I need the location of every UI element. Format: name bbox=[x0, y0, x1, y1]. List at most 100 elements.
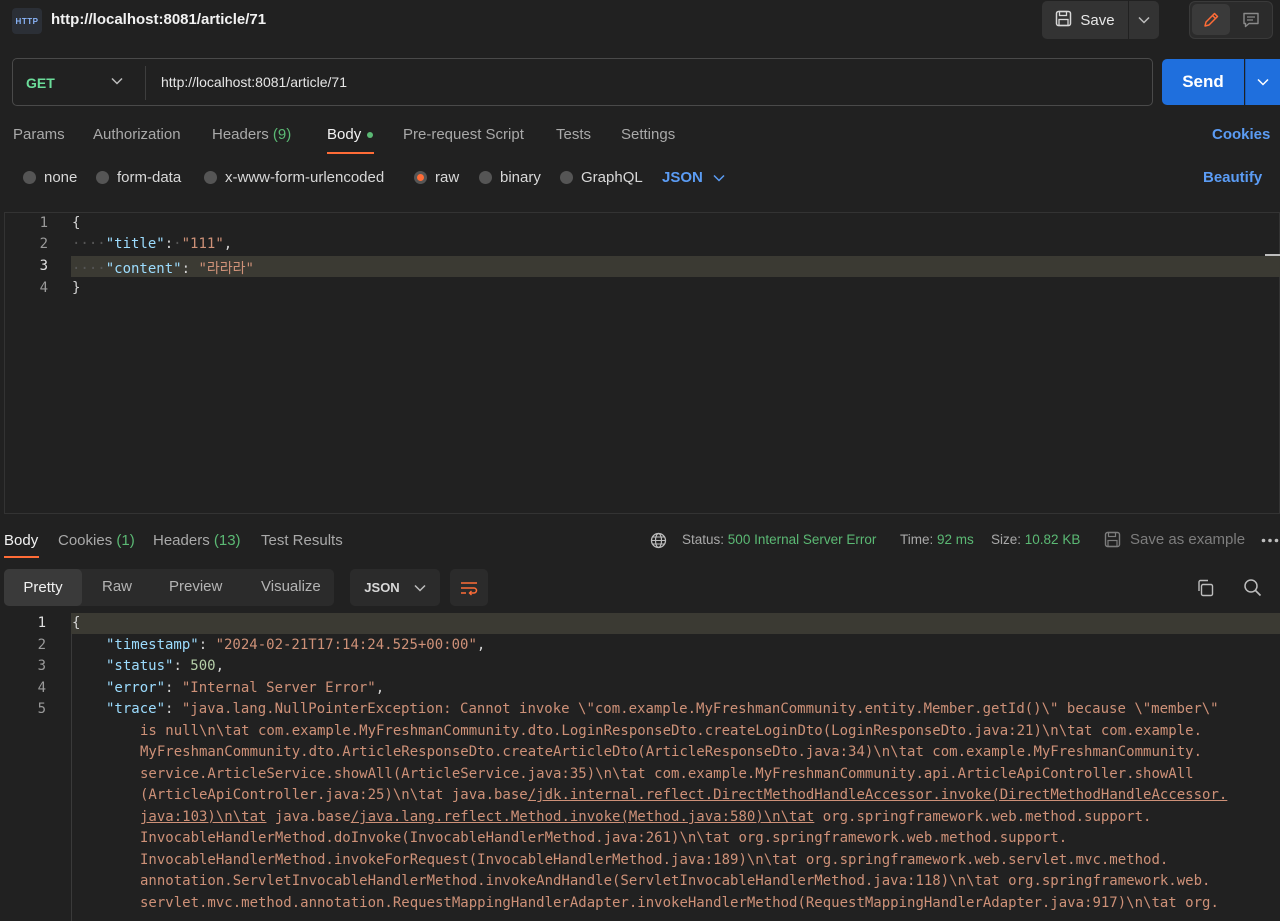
wrap-lines-button[interactable] bbox=[450, 569, 488, 606]
comment-icon bbox=[1243, 12, 1259, 27]
trace-text: org.springframework.web.method.support. bbox=[814, 809, 1152, 825]
size-label: Size: bbox=[991, 532, 1022, 547]
view-pretty[interactable]: Pretty bbox=[4, 569, 82, 606]
save-as-example-button[interactable]: Save as example bbox=[1130, 531, 1245, 548]
response-tab-headers-label: Headers bbox=[153, 532, 210, 549]
radio-label: binary bbox=[500, 169, 541, 186]
tab-authorization[interactable]: Authorization bbox=[93, 126, 181, 143]
comments-button[interactable] bbox=[1232, 4, 1270, 35]
view-visualize[interactable]: Visualize bbox=[261, 578, 321, 595]
response-status[interactable]: Status: 500 Internal Server Error bbox=[682, 532, 876, 547]
save-label: Save bbox=[1080, 11, 1115, 29]
save-options-dropdown[interactable] bbox=[1129, 1, 1159, 39]
code-line: { bbox=[72, 215, 80, 231]
send-options-dropdown[interactable] bbox=[1245, 59, 1280, 105]
wrapped-line: InvocableHandlerMethod.invokeForRequest(… bbox=[140, 852, 1169, 868]
save-button[interactable]: Save bbox=[1042, 1, 1128, 39]
code-token: : bbox=[164, 236, 174, 252]
chevron-down-icon bbox=[1138, 16, 1150, 24]
view-raw[interactable]: Raw bbox=[102, 578, 132, 595]
json-string: "Internal Server Error" bbox=[181, 680, 376, 696]
size-value: 10.82 KB bbox=[1024, 532, 1081, 547]
tab-headers-label: Headers bbox=[212, 126, 269, 143]
http-icon: HTTP bbox=[12, 8, 42, 34]
radio-x-www-form-urlencoded[interactable]: x-www-form-urlencoded bbox=[204, 169, 384, 186]
tab-headers-count: (9) bbox=[272, 126, 292, 143]
radio-binary[interactable]: binary bbox=[479, 169, 541, 186]
whitespace-dots: ···· bbox=[72, 261, 106, 277]
radio-none[interactable]: none bbox=[23, 169, 77, 186]
tab-tests[interactable]: Tests bbox=[556, 126, 591, 143]
code-line: } bbox=[72, 280, 80, 296]
response-time[interactable]: Time: 92 ms bbox=[900, 532, 974, 547]
active-tab-indicator bbox=[4, 556, 39, 558]
line-number: 4 bbox=[37, 680, 46, 696]
code-token: { bbox=[72, 615, 81, 631]
chevron-down-icon[interactable] bbox=[110, 74, 124, 88]
raw-format-select[interactable]: JSON bbox=[662, 169, 725, 186]
radio-dot bbox=[96, 171, 109, 184]
radio-dot bbox=[479, 171, 492, 184]
response-tab-cookies[interactable]: Cookies (1) bbox=[58, 532, 135, 549]
code-line: ····"title":·"111", bbox=[72, 236, 232, 252]
request-title[interactable]: http://localhost:8081/article/71 bbox=[51, 11, 266, 28]
response-size[interactable]: Size: 10.82 KB bbox=[991, 532, 1080, 547]
response-tab-test-results[interactable]: Test Results bbox=[261, 532, 343, 549]
view-preview[interactable]: Preview bbox=[169, 578, 222, 595]
edit-mode-button[interactable] bbox=[1192, 4, 1230, 35]
tab-settings[interactable]: Settings bbox=[621, 126, 675, 143]
response-tab-cookies-count: (1) bbox=[116, 532, 135, 549]
status-value: 500 Internal Server Error bbox=[727, 532, 877, 547]
divider bbox=[145, 66, 146, 100]
tab-prerequest-script[interactable]: Pre-request Script bbox=[403, 126, 524, 143]
line-number: 4 bbox=[39, 280, 48, 296]
radio-dot bbox=[560, 171, 573, 184]
radio-raw[interactable]: raw bbox=[414, 169, 459, 186]
send-button[interactable]: Send bbox=[1162, 59, 1244, 105]
raw-format-label: JSON bbox=[662, 169, 703, 186]
time-value: 92 ms bbox=[937, 532, 974, 547]
chevron-down-icon bbox=[414, 584, 426, 592]
code-line: "timestamp": "2024-02-21T17:14:24.525+00… bbox=[106, 637, 486, 653]
time-label: Time: bbox=[900, 532, 934, 547]
radio-label: form-data bbox=[117, 169, 182, 186]
response-format-select[interactable]: JSON bbox=[350, 569, 440, 606]
body-modified-dot bbox=[367, 132, 373, 138]
radio-graphql[interactable]: GraphQL bbox=[560, 169, 643, 186]
wrapped-line: (ArticleApiController.java:25)\n\tat jav… bbox=[140, 787, 1280, 803]
code-line: "status": 500, bbox=[106, 658, 225, 674]
chevron-down-icon bbox=[1257, 78, 1269, 86]
response-tab-headers[interactable]: Headers (13) bbox=[153, 532, 241, 549]
radio-label: x-www-form-urlencoded bbox=[225, 169, 385, 186]
more-icon[interactable] bbox=[1261, 538, 1279, 543]
json-key: "status" bbox=[106, 658, 174, 674]
wrapped-line: java:103)\n\tat java.base/java.lang.refl… bbox=[140, 809, 1280, 825]
trace-link[interactable]: /java.lang.reflect.Method.invoke(Method.… bbox=[351, 809, 815, 825]
radio-form-data[interactable]: form-data bbox=[96, 169, 181, 186]
method-select[interactable]: GET bbox=[26, 75, 55, 91]
search-icon[interactable] bbox=[1243, 578, 1262, 597]
url-input[interactable]: http://localhost:8081/article/71 bbox=[161, 74, 347, 90]
radio-dot bbox=[23, 171, 36, 184]
tab-body[interactable]: Body bbox=[327, 126, 361, 143]
json-key: "content" bbox=[105, 261, 182, 277]
whitespace-dots: ···· bbox=[72, 236, 106, 252]
trace-link[interactable]: java:103)\n\tat bbox=[140, 809, 266, 825]
radio-label: GraphQL bbox=[581, 169, 643, 186]
response-tab-cookies-label: Cookies bbox=[58, 532, 113, 549]
json-key: "error" bbox=[106, 680, 166, 696]
whitespace-dots: · bbox=[173, 236, 182, 252]
line-number: 2 bbox=[39, 236, 48, 252]
radio-label: raw bbox=[435, 169, 460, 186]
beautify-link[interactable]: Beautify bbox=[1203, 169, 1262, 186]
globe-icon[interactable] bbox=[650, 532, 667, 549]
radio-dot bbox=[204, 171, 217, 184]
copy-icon[interactable] bbox=[1196, 579, 1214, 597]
trace-link[interactable]: /jdk.internal.reflect.DirectMethodHandle… bbox=[528, 787, 1228, 803]
json-key: "title" bbox=[105, 236, 165, 252]
tab-params[interactable]: Params bbox=[13, 126, 65, 143]
cookies-link[interactable]: Cookies bbox=[1212, 126, 1270, 143]
tab-headers[interactable]: Headers (9) bbox=[212, 126, 291, 143]
trace-text: java.base bbox=[266, 809, 351, 825]
response-tab-body[interactable]: Body bbox=[4, 532, 38, 549]
